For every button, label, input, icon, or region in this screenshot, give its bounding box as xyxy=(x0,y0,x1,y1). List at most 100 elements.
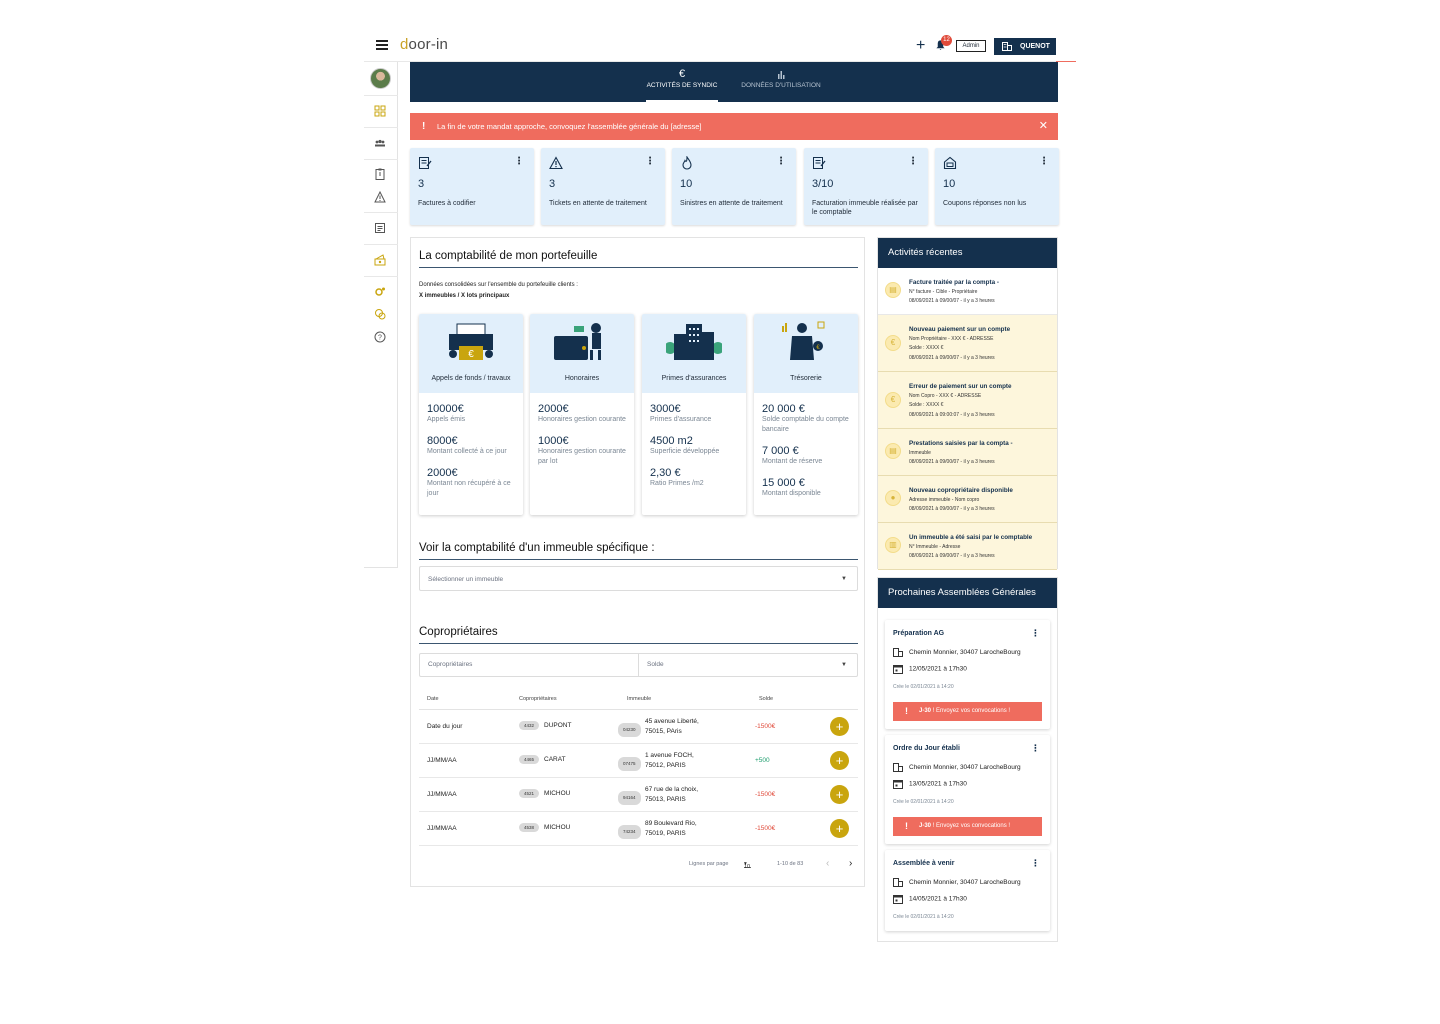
tab-activites-syndic[interactable]: € ACTIVITÉS DE SYNDIC xyxy=(646,62,718,102)
add-button[interactable]: + xyxy=(830,819,849,838)
avatar[interactable] xyxy=(370,68,391,89)
more-icon[interactable]: ⋮ xyxy=(1031,744,1040,753)
printer-money-illustration: € xyxy=(449,323,493,360)
kpi-card-factures[interactable]: ⋮ 3 Factures à codifier xyxy=(410,148,534,225)
column-header[interactable]: Immeuble xyxy=(627,696,651,702)
activity-item[interactable]: ▤ Prestations saisies par la compta - Imm… xyxy=(878,429,1057,476)
coins-icon[interactable] xyxy=(374,308,386,320)
invoice-icon xyxy=(813,157,826,169)
divider xyxy=(364,244,398,245)
more-icon[interactable]: ⋮ xyxy=(1039,157,1049,167)
owner-id-chip: 4432 xyxy=(519,721,540,730)
table-row[interactable]: Date du jour 4432 DUPONT 04230 45 avenue L… xyxy=(419,710,858,744)
alert-banner: ! La fin de votre mandat approche, convo… xyxy=(410,113,1058,140)
chevron-right-icon[interactable]: › xyxy=(849,858,852,869)
admin-button[interactable]: Admin xyxy=(956,40,986,52)
metric-label: Honoraires gestion courante xyxy=(538,416,626,423)
building-id-chip: 07475 xyxy=(618,757,641,771)
send-convocations-button[interactable]: ! J-30 ! Envoyez vos convocations ! xyxy=(893,702,1042,721)
assembly-card[interactable]: Ordre du Jour établi ⋮ Chemin Monnier, 3… xyxy=(885,735,1050,844)
send-convocations-button[interactable]: ! J-30 ! Envoyez vos convocations ! xyxy=(893,817,1042,836)
kpi-card-coupons[interactable]: ⋮ 10 Coupons réponses non lus xyxy=(935,148,1059,225)
owners-table: Date Copropriétaires Immeuble Solde Date… xyxy=(419,690,858,846)
metric-label: Solde comptable du compte bancaire xyxy=(762,416,849,433)
column-header[interactable]: Solde xyxy=(759,696,773,702)
column-header[interactable]: Copropriétaires xyxy=(519,696,557,702)
column-header[interactable]: Date xyxy=(427,696,439,702)
table-row[interactable]: JJ/MM/AA 4521 MICHOU 94164 67 rue de la ch… xyxy=(419,778,858,812)
add-button[interactable]: + xyxy=(830,785,849,804)
assembly-date: 14/05/2021 à 17h30 xyxy=(893,894,967,904)
notification-badge: 12 xyxy=(941,35,952,46)
activity-item[interactable]: ● Nouveau copropriétaire disponible Adres… xyxy=(878,476,1057,523)
add-button[interactable]: + xyxy=(830,717,849,736)
card-primes-assurances[interactable]: Primes d'assurances 3000€ Primes d'assur… xyxy=(642,314,746,515)
building-select[interactable]: Sélectionner un immeuble ▼ xyxy=(419,566,858,591)
menu-icon[interactable] xyxy=(376,40,388,50)
more-icon[interactable]: ⋮ xyxy=(908,157,918,167)
cell-building: 94164 67 rue de la choix, 75013, PARIS xyxy=(618,785,698,805)
more-icon[interactable]: ⋮ xyxy=(1031,629,1040,638)
assembly-address: Chemin Monnier, 30407 LarocheBourg xyxy=(893,763,1021,772)
card-honoraires[interactable]: Honoraires 2000€ Honoraires gestion cour… xyxy=(530,314,634,515)
card-header: € Appels de fonds / travaux xyxy=(419,314,523,393)
solde-select[interactable]: Solde ▼ xyxy=(639,654,857,676)
activity-item[interactable]: € Nouveau paiement sur un compte Nom Prop… xyxy=(878,315,1057,372)
divider xyxy=(364,159,398,160)
more-icon[interactable]: ⋮ xyxy=(514,157,524,167)
assembly-card[interactable]: Préparation AG ⋮ Chemin Monnier, 30407 L… xyxy=(885,620,1050,729)
add-button[interactable]: + xyxy=(830,751,849,770)
building-icon: ▥ xyxy=(885,537,901,553)
help-icon[interactable]: ? xyxy=(374,331,386,343)
card-appels-de-fonds[interactable]: € Appels de fonds / travaux 10000€ Appel… xyxy=(419,314,523,515)
users-icon[interactable] xyxy=(374,137,386,149)
user-building-button[interactable]: QUENOT xyxy=(994,38,1056,55)
metric-value: 1000€ xyxy=(538,435,569,447)
more-icon[interactable]: ⋮ xyxy=(645,157,655,167)
kpi-card-facturation[interactable]: ⋮ 3/10 Facturation immeuble réalisée par… xyxy=(804,148,928,225)
tab-donnees-utilisation[interactable]: DONNÉES D'UTILISATION xyxy=(738,62,824,102)
table-row[interactable]: JJ/MM/AA 4465 CARAT 07475 1 avenue FOCH, 75… xyxy=(419,744,858,778)
activity-item[interactable]: ▤ Facture traitée par la compta - N° fact… xyxy=(878,268,1057,315)
table-row[interactable]: JJ/MM/AA 4538 MICHOU 74234 89 Boulevard Ri… xyxy=(419,812,858,846)
kpi-label: Tickets en attente de traitement xyxy=(549,200,647,207)
assembly-date: 12/05/2021 à 17h30 xyxy=(893,664,967,674)
card-header: € Trésorerie xyxy=(754,314,858,393)
recent-activities-panel: Activités récentes ▤ Facture traitée par… xyxy=(877,237,1058,570)
add-icon[interactable]: + xyxy=(916,37,925,55)
buildings-illustration xyxy=(666,324,722,360)
building-title: Voir la comptabilité d'un immeuble spéci… xyxy=(419,542,655,554)
settings-icon[interactable] xyxy=(374,286,386,298)
assembly-created: Crée le 02/01/2021 à 14:20 xyxy=(893,684,954,690)
activity-item[interactable]: ▥ Un immeuble a été saisi par le comptab… xyxy=(878,523,1057,570)
warning-icon[interactable] xyxy=(374,191,386,203)
metric-label: Ratio Primes /m2 xyxy=(650,480,704,487)
metric-value: 20 000 € xyxy=(762,403,805,415)
owners-title: Copropriétaires xyxy=(419,626,498,638)
kpi-value: 3 xyxy=(549,178,556,190)
kpi-card-tickets[interactable]: ⋮ 3 Tickets en attente de traitement xyxy=(541,148,665,225)
owners-search-input[interactable]: Copropriétaires xyxy=(420,654,639,676)
more-icon[interactable]: ⋮ xyxy=(776,157,786,167)
assembly-title: Assemblée à venir xyxy=(893,860,955,867)
kpi-card-sinistres[interactable]: ⋮ 10 Sinistres en attente de traitement xyxy=(672,148,796,225)
metric-label: Honoraires gestion courante par lot xyxy=(538,448,626,465)
card-title: Honoraires xyxy=(564,375,600,382)
accounting-icon[interactable] xyxy=(374,254,386,266)
more-icon[interactable]: ⋮ xyxy=(1031,859,1040,868)
card-tresorerie[interactable]: € Trésorerie 20 000 € Solde comptable du… xyxy=(754,314,858,515)
close-icon[interactable]: ✕ xyxy=(1039,113,1048,140)
logo[interactable]: door-in xyxy=(400,36,448,53)
metric-value: 10000€ xyxy=(427,403,464,415)
chevron-left-icon[interactable]: ‹ xyxy=(826,858,829,869)
notes-icon[interactable] xyxy=(374,222,386,234)
clipboard-icon[interactable] xyxy=(374,168,386,180)
top-bar: door-in + 12 Admin QUENOT xyxy=(364,30,1076,62)
dashboard-icon[interactable] xyxy=(374,105,386,117)
rows-per-page-select[interactable]: 10 ▾ xyxy=(744,861,751,870)
assembly-title: Préparation AG xyxy=(893,630,945,637)
assembly-card[interactable]: Assemblée à venir ⋮ Chemin Monnier, 3040… xyxy=(885,850,1050,931)
divider xyxy=(419,267,858,268)
svg-text:€: € xyxy=(468,349,474,360)
activity-item[interactable]: € Erreur de paiement sur un compte Nom Co… xyxy=(878,372,1057,429)
